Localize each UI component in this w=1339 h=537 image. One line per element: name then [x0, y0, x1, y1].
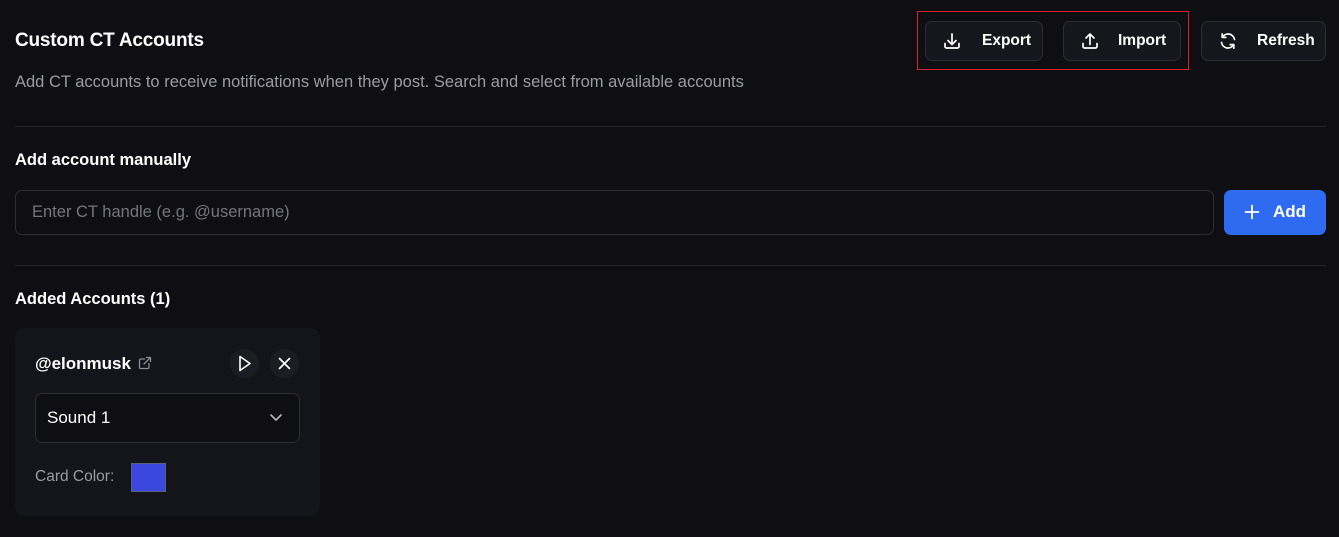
refresh-button[interactable]: Refresh [1201, 21, 1326, 61]
section-divider [15, 126, 1326, 127]
refresh-icon [1220, 32, 1236, 50]
play-icon [239, 355, 251, 372]
play-sound-button[interactable] [230, 349, 259, 378]
import-button[interactable]: Import [1063, 21, 1181, 61]
remove-account-button[interactable] [270, 349, 299, 378]
import-label: Import [1118, 32, 1167, 49]
download-icon [944, 33, 960, 49]
custom-ct-accounts-page: Custom CT Accounts Add CT accounts to re… [0, 0, 1339, 537]
plus-icon [1244, 204, 1260, 220]
upload-icon [1082, 33, 1098, 49]
page-subtitle: Add CT accounts to receive notifications… [15, 73, 744, 91]
export-button[interactable]: Export [925, 21, 1043, 61]
external-link-icon[interactable] [138, 356, 152, 370]
ct-handle-input[interactable] [15, 190, 1214, 235]
refresh-label: Refresh [1257, 32, 1315, 49]
account-handle: @elonmusk [35, 354, 131, 373]
add-account-button[interactable]: Add [1224, 190, 1326, 235]
card-color-label: Card Color: [35, 468, 115, 485]
sound-select-value: Sound 1 [47, 408, 111, 427]
section-divider [15, 265, 1326, 266]
sound-select[interactable]: Sound 1 [35, 393, 300, 443]
account-card: @elonmusk Sound 1 Card Color: [15, 328, 320, 516]
added-accounts-title: Added Accounts (1) [15, 290, 171, 308]
add-manually-title: Add account manually [15, 151, 192, 169]
add-label: Add [1273, 202, 1307, 221]
close-icon [278, 357, 291, 370]
page-title: Custom CT Accounts [15, 30, 204, 51]
card-color-swatch[interactable] [131, 463, 166, 492]
export-label: Export [982, 32, 1032, 49]
chevron-down-icon [270, 414, 282, 421]
